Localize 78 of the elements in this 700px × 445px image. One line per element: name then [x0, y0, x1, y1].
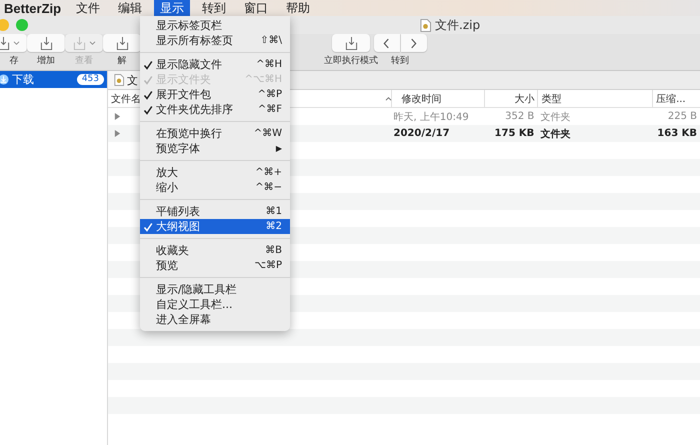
tray-icon: [40, 36, 52, 50]
menu-item[interactable]: 收藏夹 ⌘B: [140, 243, 290, 258]
shortcut-label: ^⌘F: [258, 104, 282, 115]
column-header[interactable]: 大小: [514, 92, 534, 106]
table-cell-text: 文件夹: [540, 110, 570, 124]
menu-item[interactable]: 显示所有标签页 ⇧⌘\: [140, 33, 290, 48]
shortcut-label: ⌘B: [265, 245, 282, 256]
menu-item[interactable]: 窗口: [238, 0, 274, 16]
toolbar-label: 存: [10, 54, 18, 67]
tray-icon: [0, 36, 10, 50]
toolbar-button[interactable]: [0, 34, 27, 52]
menu-item[interactable]: 大纲视图 ⌘2: [140, 219, 290, 234]
sidebar-label: 下载: [12, 72, 35, 87]
download-icon: [0, 74, 9, 85]
caret-icon: [88, 40, 96, 46]
tray-icon: [72, 36, 86, 50]
table-cell: 225 B: [668, 111, 698, 122]
toolbar-label: 转到: [391, 54, 409, 67]
menu-item[interactable]: 文件夹优先排序 ^⌘F: [140, 102, 290, 117]
tray-icon: [344, 36, 358, 50]
shortcut-label: ⌥⌘P: [254, 260, 282, 271]
column-header[interactable]: 压缩...: [656, 92, 686, 106]
menu-item[interactable]: 进入全屏幕: [140, 312, 290, 327]
archive-icon: [114, 74, 124, 86]
toolbar-button[interactable]: [27, 34, 65, 52]
column-header[interactable]: 修改时间: [402, 92, 442, 106]
menu-item[interactable]: 显示隐藏文件 ^⌘H: [140, 57, 290, 72]
table-cell: 175 KB: [494, 128, 534, 139]
chevron-left-icon: [383, 38, 390, 48]
submenu-arrow: ▶: [276, 144, 282, 153]
disclosure-triangle-icon[interactable]: [114, 130, 121, 137]
toolbar-label: 立即执行模式: [324, 54, 378, 67]
toolbar-label: 解: [118, 55, 126, 67]
shortcut-label: ⇧⌘\: [260, 35, 282, 46]
table-cell: 2020/2/17: [394, 128, 450, 139]
menu-item[interactable]: 显示/隐藏工具栏: [140, 282, 290, 297]
sidebar-item[interactable]: 下载 453: [0, 71, 107, 88]
back-button[interactable]: [374, 34, 400, 52]
menu-item[interactable]: 转到: [196, 0, 232, 16]
shortcut-label: ^⌘+: [255, 167, 282, 178]
window-title: 文件.zip: [435, 16, 480, 34]
tray-icon: [116, 36, 128, 50]
column-header[interactable]: 文件名: [111, 92, 141, 106]
menu-item[interactable]: 平铺列表 ⌘1: [140, 204, 290, 219]
toolbar-button[interactable]: [103, 34, 141, 52]
column-header[interactable]: 类型: [541, 92, 562, 106]
table-cell-text: 文件夹: [540, 128, 570, 140]
count-badge: 453: [76, 74, 104, 85]
menu-item[interactable]: 缩小 ^⌘−: [140, 180, 290, 195]
menu-item[interactable]: 放大 ^⌘+: [140, 165, 290, 180]
table-cell: 163 KB: [657, 128, 698, 139]
menu-item[interactable]: 文件: [70, 0, 106, 16]
archive-icon: [420, 18, 431, 32]
menu-item[interactable]: 编辑: [112, 0, 148, 16]
shortcut-label: ⌘2: [266, 221, 282, 232]
menu-item[interactable]: 在预览中换行 ^⌘W: [140, 126, 290, 141]
menu-item[interactable]: 显示标签页栏: [140, 18, 290, 33]
shortcut-label: ^⌘P: [258, 89, 282, 100]
forward-button[interactable]: [400, 34, 426, 52]
menu-item[interactable]: 自定义工具栏...: [140, 297, 290, 312]
menu-item[interactable]: 预览 ⌥⌘P: [140, 258, 290, 273]
shortcut-label: ⌘1: [266, 206, 282, 217]
chevron-right-icon: [410, 38, 417, 48]
menu-item[interactable]: 预览字体 ▶: [140, 141, 290, 156]
menu-item[interactable]: 显示: [154, 0, 190, 16]
disclosure-triangle-icon[interactable]: [114, 113, 121, 120]
toolbar-button[interactable]: [332, 34, 370, 52]
app-menu[interactable]: BetterZip: [0, 0, 70, 16]
table-cell-text: 昨天, 上午10:49: [394, 110, 469, 124]
menu-item[interactable]: 帮助: [280, 0, 316, 16]
shortcut-label: ^⌘−: [255, 182, 282, 193]
table-cell: 352 B: [505, 111, 534, 122]
toolbar-label: 查看: [75, 54, 93, 67]
caret-icon: [12, 40, 20, 46]
shortcut-label: ^⌘W: [254, 128, 282, 139]
shortcut-label: ^⌘H: [256, 59, 282, 70]
menu-item[interactable]: 展开文件包 ^⌘P: [140, 87, 290, 102]
toolbar-label: 增加: [37, 54, 55, 67]
